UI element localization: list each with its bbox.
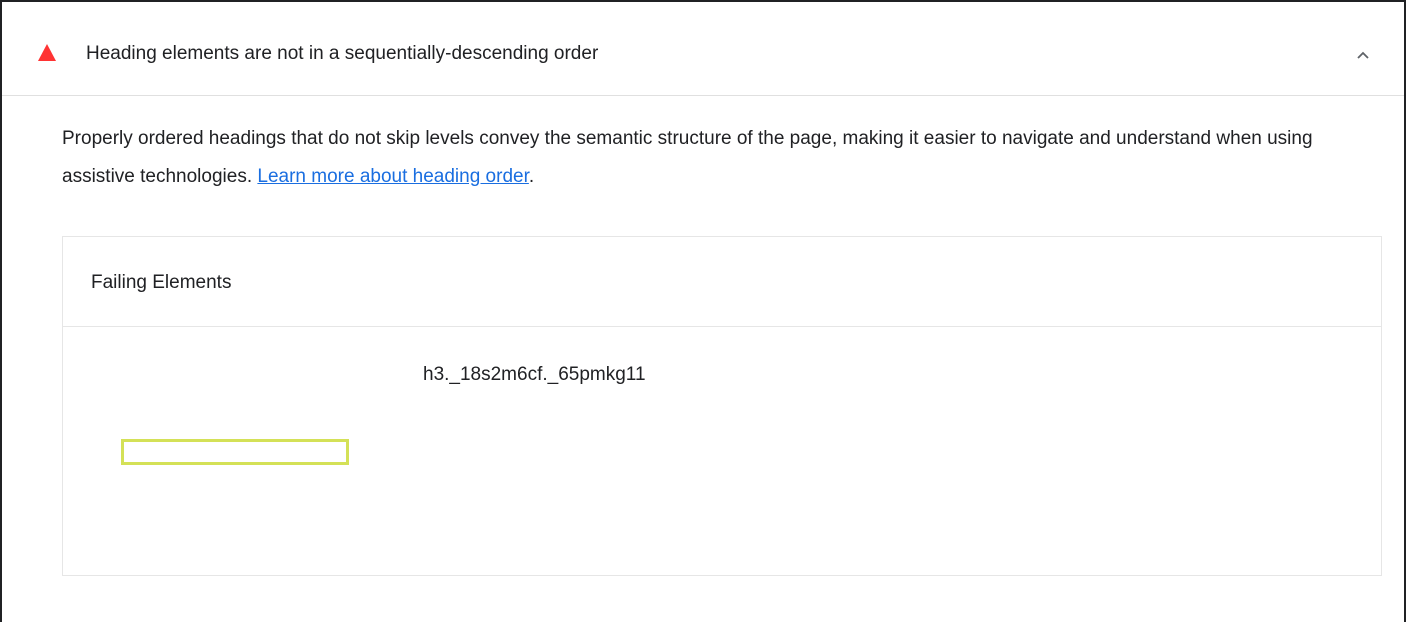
description-end: . xyxy=(528,166,535,187)
chevron-up-icon[interactable] xyxy=(1352,46,1374,64)
table-header-label: Failing Elements xyxy=(91,272,232,293)
table-header: Failing Elements xyxy=(63,237,1381,327)
audit-panel: Heading elements are not in a sequential… xyxy=(0,0,1406,622)
audit-header[interactable]: Heading elements are not in a sequential… xyxy=(2,2,1404,96)
table-row[interactable]: h3._18s2m6cf._65pmkg11 xyxy=(63,327,1381,575)
failing-elements-table: Failing Elements h3._18s2m6cf._65pmkg11 xyxy=(62,236,1382,576)
description-text: Properly ordered headings that do not sk… xyxy=(62,128,1313,187)
learn-more-link[interactable]: Learn more about heading order xyxy=(257,166,528,187)
element-screenshot-highlight[interactable] xyxy=(121,439,349,465)
element-selector: h3._18s2m6cf._65pmkg11 xyxy=(423,364,646,385)
audit-title: Heading elements are not in a sequential… xyxy=(86,43,599,64)
audit-description: Properly ordered headings that do not sk… xyxy=(62,120,1382,196)
fail-triangle-icon xyxy=(38,44,56,61)
